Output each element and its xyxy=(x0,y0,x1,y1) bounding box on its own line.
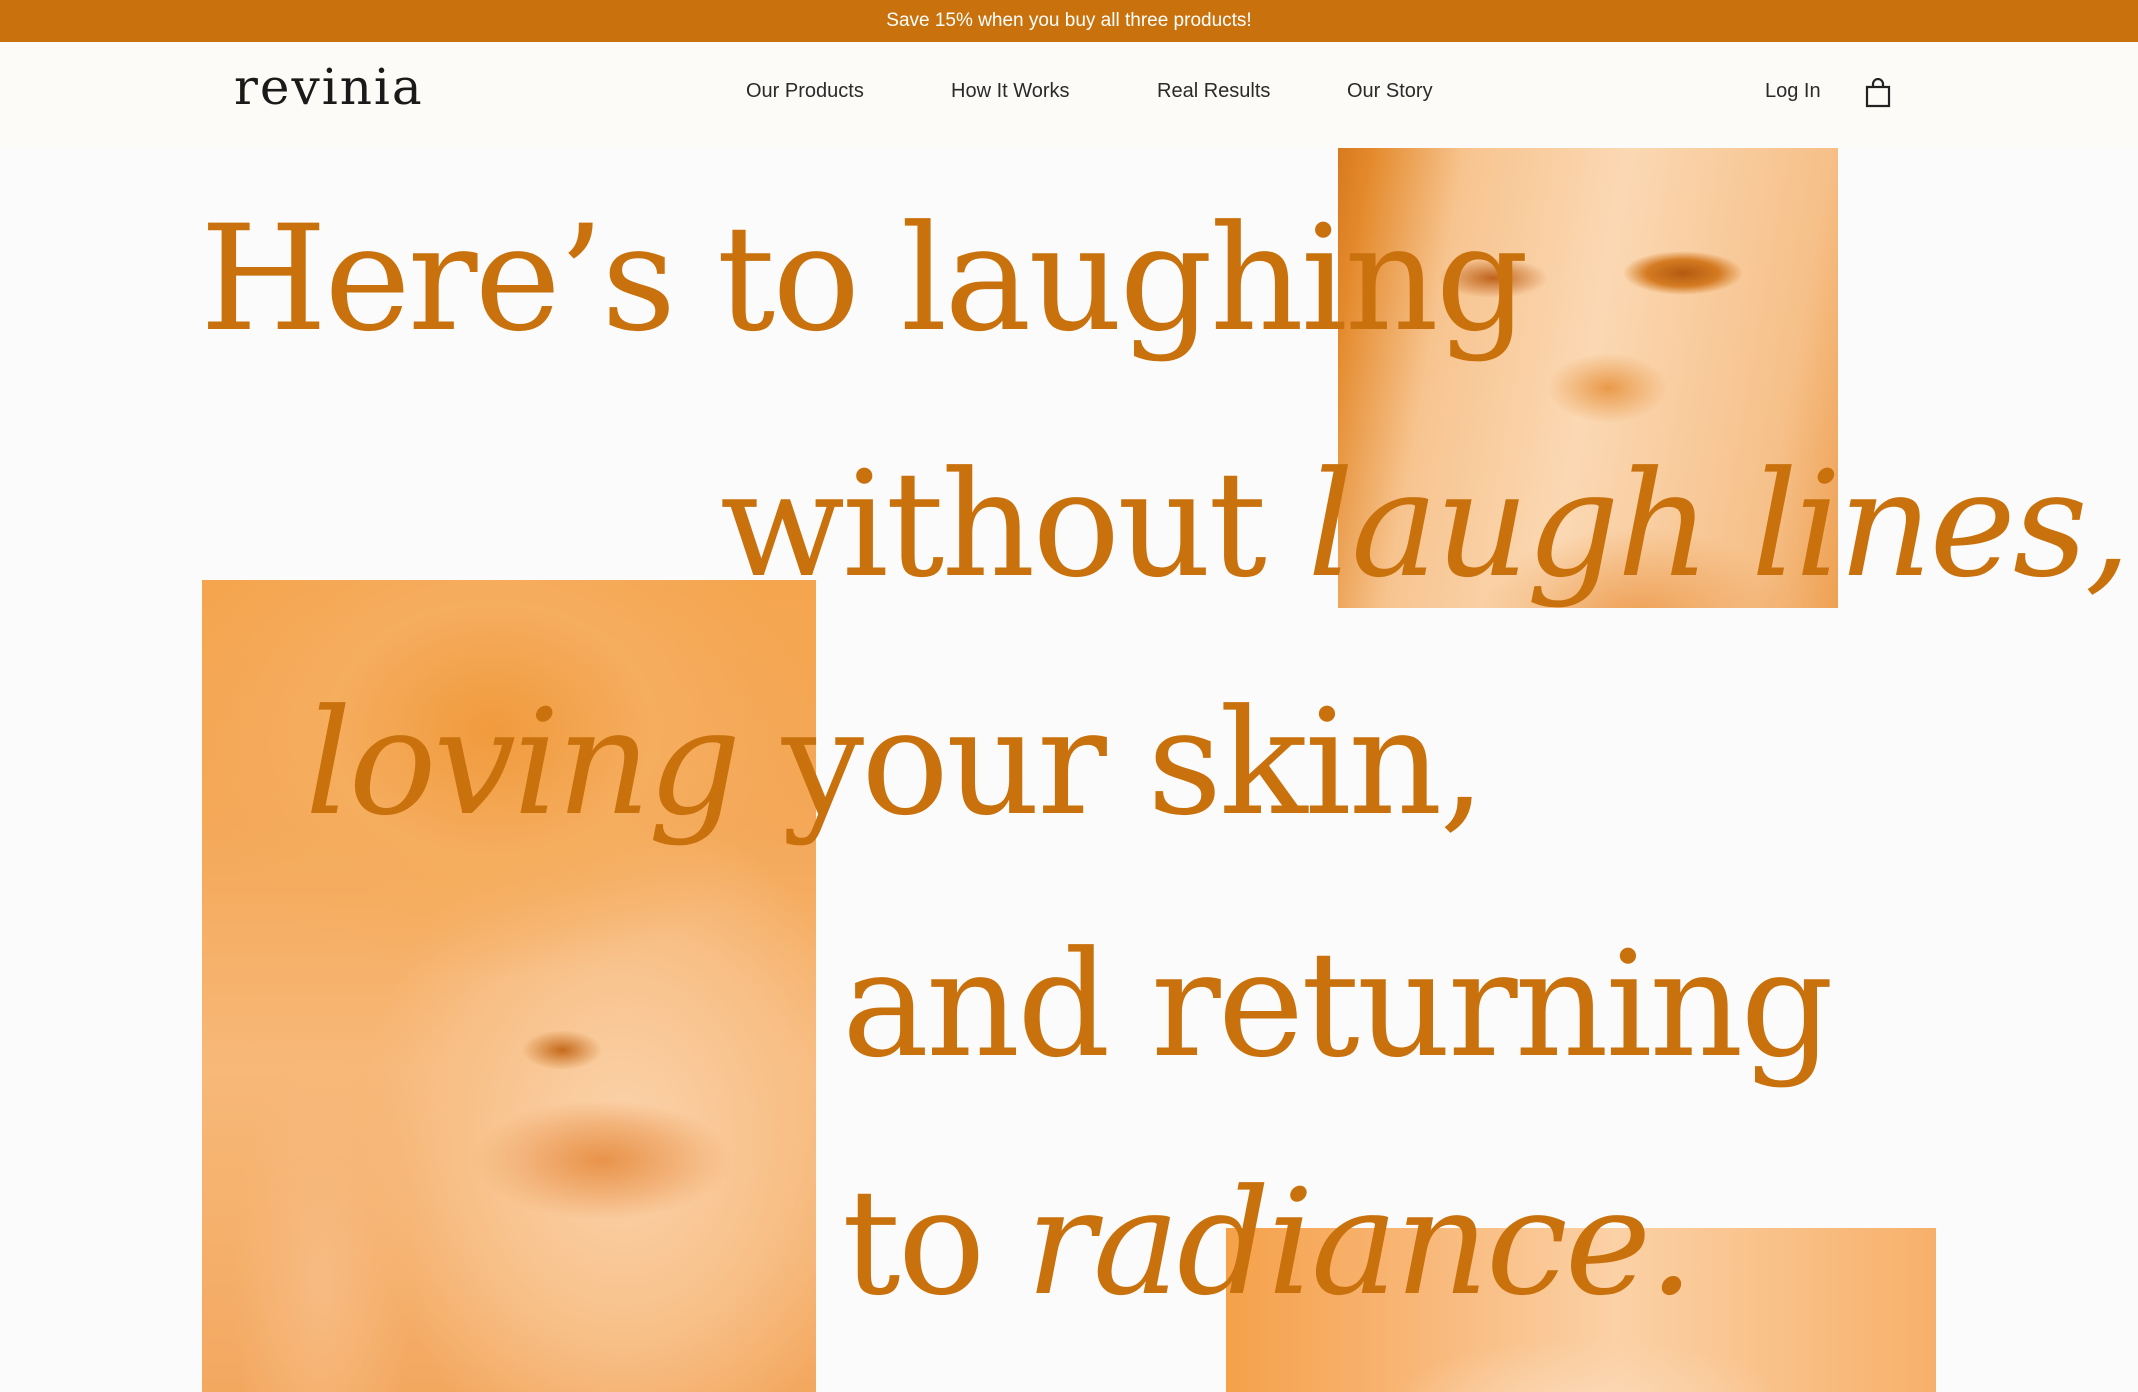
hero-line1-text: Here’s to laughing xyxy=(200,194,1529,364)
nav-item-real-results[interactable]: Real Results xyxy=(1157,80,1270,103)
hero-headline-line-2: without laugh lines, xyxy=(720,452,2131,598)
hero-line5-italic: radiance. xyxy=(1025,1158,1695,1328)
login-link[interactable]: Log In xyxy=(1765,80,1821,103)
nav-item-our-products[interactable]: Our Products xyxy=(746,80,864,103)
hero-line5-plain: to xyxy=(842,1158,1026,1328)
hero-line4-text: and returning xyxy=(842,920,1834,1090)
hero-headline-line-5: to radiance. xyxy=(842,1170,1695,1316)
hero-headline-line-1: Here’s to laughing xyxy=(200,206,1529,352)
site-header: revinia Our Products How It Works Real R… xyxy=(0,42,2138,146)
shopping-bag-icon[interactable] xyxy=(1864,78,1892,108)
hero-headline-line-3: loving your skin, xyxy=(305,690,1486,836)
promo-banner: Save 15% when you buy all three products… xyxy=(0,0,2138,42)
hero-line3-italic: loving xyxy=(305,678,741,848)
hero-line2-italic: laugh lines, xyxy=(1307,440,2131,610)
hero-line2-plain: without xyxy=(720,440,1308,610)
promo-text: Save 15% when you buy all three products… xyxy=(886,10,1252,31)
hero-line3-plain: your skin, xyxy=(738,678,1486,848)
nav-item-how-it-works[interactable]: How It Works xyxy=(951,80,1070,103)
nav-item-our-story[interactable]: Our Story xyxy=(1347,80,1433,103)
hero-headline-line-4: and returning xyxy=(842,932,1834,1078)
